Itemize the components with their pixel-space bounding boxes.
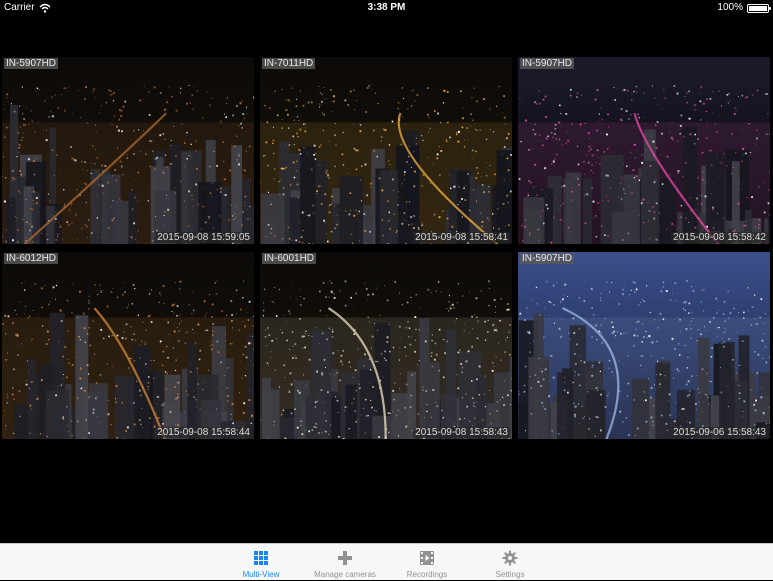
tab-label: Settings — [475, 570, 545, 580]
camera-grid: IN-5907HD 2015-09-08 15:59:05 IN-7011HD … — [2, 57, 772, 439]
camera-tile[interactable]: IN-5907HD 2015-09-08 15:58:42 — [518, 57, 770, 244]
status-time: 3:38 PM — [0, 0, 773, 16]
status-bar: Carrier 3:38 PM 100% — [0, 0, 773, 16]
camera-name: IN-5907HD — [520, 253, 574, 264]
camera-feed-image — [260, 57, 512, 244]
tab-label: Multi-View — [226, 570, 296, 580]
tab-multi-view[interactable]: Multi-View — [226, 544, 296, 581]
camera-feed-image — [2, 252, 254, 439]
battery-icon — [747, 4, 769, 13]
camera-tile[interactable]: IN-7011HD 2015-09-08 15:58:41 — [260, 57, 512, 244]
grid-icon — [253, 550, 269, 566]
tab-bar: Multi-View Manage cameras Recordings Set… — [0, 543, 773, 580]
camera-name: IN-5907HD — [520, 58, 574, 69]
camera-timestamp: 2015-09-08 15:58:42 — [671, 232, 768, 243]
camera-timestamp: 2015-09-08 15:59:05 — [155, 232, 252, 243]
camera-feed-image — [260, 252, 512, 439]
battery-percent: 100% — [717, 0, 743, 16]
camera-tile[interactable]: IN-6012HD 2015-09-08 15:58:44 — [2, 252, 254, 439]
tab-label: Recordings — [392, 570, 462, 580]
camera-name: IN-7011HD — [262, 58, 315, 69]
camera-feed-image — [2, 57, 254, 244]
battery-fill — [749, 6, 767, 11]
camera-name: IN-5907HD — [4, 58, 58, 69]
camera-tile[interactable]: IN-6001HD 2015-09-08 15:58:43 — [260, 252, 512, 439]
camera-feed-image — [518, 252, 770, 439]
camera-name: IN-6001HD — [262, 253, 316, 264]
tab-settings[interactable]: Settings — [475, 544, 545, 581]
status-right: 100% — [717, 0, 769, 16]
camera-name: IN-6012HD — [4, 253, 58, 264]
camera-feed-image — [518, 57, 770, 244]
gear-icon — [502, 550, 518, 566]
tab-label: Manage cameras — [310, 570, 380, 580]
camera-timestamp: 2015-09-08 15:58:43 — [413, 427, 510, 438]
camera-tile[interactable]: IN-5907HD 2015-09-08 15:59:05 — [2, 57, 254, 244]
film-icon — [419, 550, 435, 566]
plus-icon — [337, 550, 353, 566]
tab-recordings[interactable]: Recordings — [392, 544, 462, 581]
camera-timestamp: 2015-09-08 15:58:41 — [413, 232, 510, 243]
camera-timestamp: 2015-09-06 15:58:43 — [671, 427, 768, 438]
camera-tile[interactable]: IN-5907HD 2015-09-06 15:58:43 — [518, 252, 770, 439]
tab-manage-cameras[interactable]: Manage cameras — [310, 544, 380, 581]
camera-timestamp: 2015-09-08 15:58:44 — [155, 427, 252, 438]
